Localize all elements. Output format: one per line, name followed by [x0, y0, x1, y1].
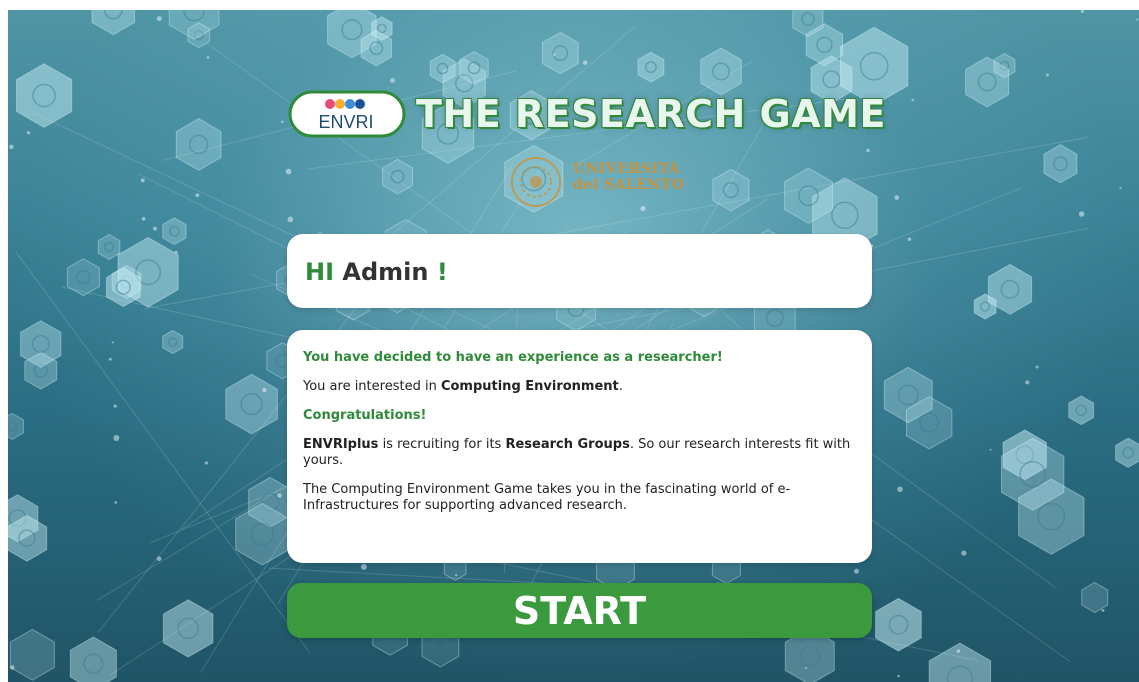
university-seal-icon: [511, 157, 561, 207]
network-node: [956, 649, 961, 653]
research-groups: Research Groups: [505, 437, 630, 452]
message-intro: You have decided to have an experience a…: [303, 350, 723, 365]
network-node: [989, 448, 992, 451]
network-node: [113, 435, 120, 441]
lab-experiment-icon: [162, 217, 187, 246]
dna-icon: [1081, 581, 1109, 614]
message-description: The Computing Environment Game takes you…: [303, 482, 791, 513]
network-node: [174, 250, 178, 254]
message-congrats: Congratulations!: [303, 408, 427, 423]
molecule-icon: [928, 642, 992, 682]
network-node: [897, 674, 900, 678]
header: ENVRI THE RESEARCH GAME: [288, 84, 888, 144]
message-interest: You are interested in Computing Environm…: [303, 379, 623, 394]
university-name-line2: del SALENTO: [573, 177, 685, 193]
network-node: [262, 387, 267, 393]
university-name-line1: UNIVERSITÀ: [573, 161, 680, 177]
game-screen: ENVRI THE RESEARCH GAME UNIVERSITÀ del S…: [8, 10, 1139, 682]
network-node: [26, 131, 31, 135]
network-node: [1025, 380, 1030, 385]
lab-experiment-icon: [1115, 437, 1139, 468]
network-node: [907, 237, 912, 242]
network-node: [1101, 608, 1105, 612]
network-node: [1119, 186, 1122, 189]
lab-experiment-icon: [8, 412, 24, 440]
network-node: [111, 341, 114, 344]
network-node: [1136, 18, 1139, 21]
network-node: [204, 461, 208, 465]
dna-icon: [168, 10, 220, 40]
molecule-icon: [162, 329, 184, 355]
greeting-hi: HI: [305, 258, 335, 286]
network-node: [153, 226, 158, 231]
microscope-icon: [382, 158, 414, 195]
network-node: [9, 144, 14, 150]
envri-logo: ENVRI: [288, 90, 406, 138]
network-node: [287, 216, 294, 223]
network-node: [805, 666, 808, 669]
message-panel: You have decided to have an experience a…: [287, 330, 872, 563]
network-node: [156, 16, 162, 22]
network-node: [1045, 73, 1049, 77]
network-node: [853, 568, 859, 574]
start-button[interactable]: START: [287, 583, 872, 638]
network-node: [455, 573, 458, 577]
message-recruiting: ENVRIplus is recruiting for its Research…: [303, 437, 851, 468]
dna-icon: [875, 597, 922, 652]
network-node: [1035, 365, 1039, 369]
lab-experiment-icon: [16, 63, 73, 128]
network-node: [114, 501, 118, 504]
university-logo: UNIVERSITÀ del SALENTO: [503, 153, 703, 211]
greeting-panel: HI Admin !: [287, 234, 872, 308]
network-node: [113, 404, 117, 408]
lab-experiment-icon: [162, 599, 214, 658]
greeting-text: HI Admin !: [305, 252, 448, 292]
lab-experiment-icon: [69, 636, 117, 682]
network-line: [15, 251, 311, 654]
molecule-icon: [91, 10, 136, 36]
network-node: [897, 486, 903, 493]
network-node: [1078, 211, 1085, 217]
network-node: [911, 98, 914, 102]
network-node: [285, 168, 292, 175]
network-node: [108, 357, 112, 361]
dna-icon: [9, 628, 55, 681]
network-node: [552, 53, 556, 56]
network-node: [206, 56, 210, 59]
network-node: [9, 665, 15, 670]
org-name: ENVRIplus: [303, 437, 379, 452]
molecule-icon: [1068, 395, 1095, 426]
lab-experiment-icon: [541, 31, 579, 75]
network-node: [961, 550, 967, 556]
network-node: [894, 195, 900, 200]
network-node: [390, 78, 395, 83]
page-title: THE RESEARCH GAME: [416, 92, 886, 136]
molecule-icon: [97, 233, 121, 260]
network-node: [141, 216, 146, 221]
envri-logo-text: ENVRI: [318, 112, 373, 132]
network-node: [140, 178, 145, 183]
network-node: [277, 493, 282, 498]
network-node: [866, 148, 870, 153]
network-node: [1080, 10, 1085, 13]
network-node: [195, 193, 200, 198]
user-name: Admin: [342, 258, 429, 286]
greeting-exclaim: !: [436, 258, 448, 286]
microscope-icon: [66, 258, 100, 297]
network-node: [156, 556, 162, 562]
dna-icon: [1043, 144, 1078, 184]
molecule-icon: [637, 51, 665, 83]
network-node: [360, 563, 367, 570]
interest-topic: Computing Environment: [440, 379, 619, 394]
network-node: [281, 120, 284, 124]
dna-icon: [225, 373, 278, 435]
microscope-icon: [175, 118, 222, 171]
network-node: [583, 60, 588, 65]
